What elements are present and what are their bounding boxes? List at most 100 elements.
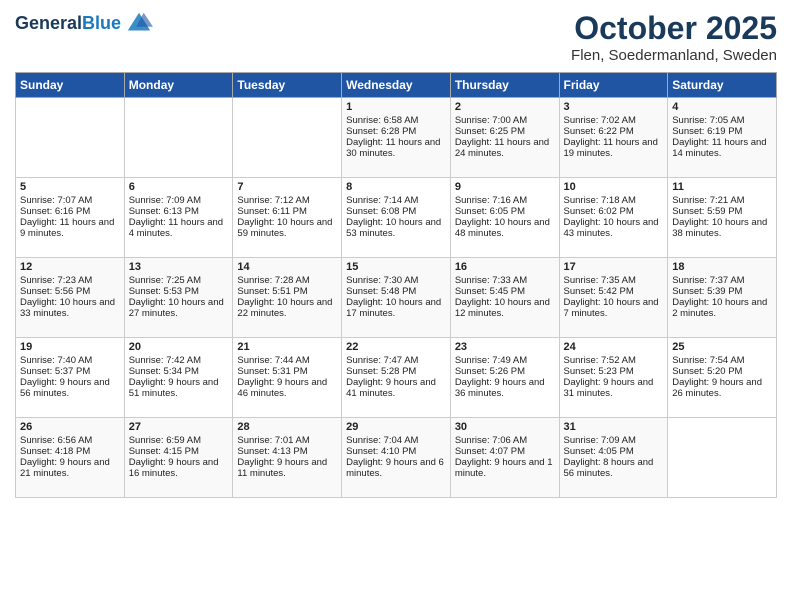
sunrise-text: Sunrise: 7:06 AM bbox=[455, 435, 555, 446]
sunset-text: Sunset: 6:22 PM bbox=[564, 126, 664, 137]
sunset-text: Sunset: 6:05 PM bbox=[455, 206, 555, 217]
calendar-subtitle: Flen, Soedermanland, Sweden bbox=[571, 47, 777, 64]
calendar-cell: 7Sunrise: 7:12 AMSunset: 6:11 PMDaylight… bbox=[233, 178, 342, 258]
day-number: 11 bbox=[672, 181, 772, 193]
calendar-cell: 16Sunrise: 7:33 AMSunset: 5:45 PMDayligh… bbox=[450, 258, 559, 338]
sunset-text: Sunset: 4:13 PM bbox=[237, 446, 337, 457]
day-number: 3 bbox=[564, 101, 664, 113]
sunset-text: Sunset: 6:19 PM bbox=[672, 126, 772, 137]
day-number: 16 bbox=[455, 261, 555, 273]
sunrise-text: Sunrise: 7:16 AM bbox=[455, 195, 555, 206]
sunset-text: Sunset: 5:59 PM bbox=[672, 206, 772, 217]
weekday-header-cell: Sunday bbox=[16, 73, 125, 98]
calendar-cell: 18Sunrise: 7:37 AMSunset: 5:39 PMDayligh… bbox=[668, 258, 777, 338]
calendar-cell: 31Sunrise: 7:09 AMSunset: 4:05 PMDayligh… bbox=[559, 418, 668, 498]
sunset-text: Sunset: 5:26 PM bbox=[455, 366, 555, 377]
calendar-table: SundayMondayTuesdayWednesdayThursdayFrid… bbox=[15, 72, 777, 498]
daylight-text: Daylight: 10 hours and 33 minutes. bbox=[20, 297, 120, 319]
calendar-body: 1Sunrise: 6:58 AMSunset: 6:28 PMDaylight… bbox=[16, 98, 777, 498]
sunset-text: Sunset: 5:39 PM bbox=[672, 286, 772, 297]
daylight-text: Daylight: 9 hours and 36 minutes. bbox=[455, 377, 555, 399]
sunrise-text: Sunrise: 7:18 AM bbox=[564, 195, 664, 206]
sunrise-text: Sunrise: 7:14 AM bbox=[346, 195, 446, 206]
daylight-text: Daylight: 10 hours and 48 minutes. bbox=[455, 217, 555, 239]
daylight-text: Daylight: 11 hours and 14 minutes. bbox=[672, 137, 772, 159]
daylight-text: Daylight: 10 hours and 7 minutes. bbox=[564, 297, 664, 319]
calendar-cell: 27Sunrise: 6:59 AMSunset: 4:15 PMDayligh… bbox=[124, 418, 233, 498]
day-number: 26 bbox=[20, 421, 120, 433]
sunrise-text: Sunrise: 7:42 AM bbox=[129, 355, 229, 366]
calendar-cell: 9Sunrise: 7:16 AMSunset: 6:05 PMDaylight… bbox=[450, 178, 559, 258]
sunrise-text: Sunrise: 7:23 AM bbox=[20, 275, 120, 286]
day-number: 24 bbox=[564, 341, 664, 353]
sunrise-text: Sunrise: 7:07 AM bbox=[20, 195, 120, 206]
sunrise-text: Sunrise: 7:47 AM bbox=[346, 355, 446, 366]
day-number: 7 bbox=[237, 181, 337, 193]
day-number: 19 bbox=[20, 341, 120, 353]
daylight-text: Daylight: 10 hours and 43 minutes. bbox=[564, 217, 664, 239]
daylight-text: Daylight: 9 hours and 11 minutes. bbox=[237, 457, 337, 479]
calendar-week-row: 12Sunrise: 7:23 AMSunset: 5:56 PMDayligh… bbox=[16, 258, 777, 338]
sunset-text: Sunset: 5:53 PM bbox=[129, 286, 229, 297]
sunset-text: Sunset: 5:56 PM bbox=[20, 286, 120, 297]
day-number: 6 bbox=[129, 181, 229, 193]
sunrise-text: Sunrise: 7:28 AM bbox=[237, 275, 337, 286]
sunset-text: Sunset: 6:16 PM bbox=[20, 206, 120, 217]
calendar-cell: 2Sunrise: 7:00 AMSunset: 6:25 PMDaylight… bbox=[450, 98, 559, 178]
sunset-text: Sunset: 6:13 PM bbox=[129, 206, 229, 217]
calendar-cell: 15Sunrise: 7:30 AMSunset: 5:48 PMDayligh… bbox=[342, 258, 451, 338]
sunrise-text: Sunrise: 7:04 AM bbox=[346, 435, 446, 446]
sunrise-text: Sunrise: 7:12 AM bbox=[237, 195, 337, 206]
daylight-text: Daylight: 9 hours and 26 minutes. bbox=[672, 377, 772, 399]
sunrise-text: Sunrise: 7:25 AM bbox=[129, 275, 229, 286]
calendar-cell: 28 Sunrise: 7:01 AMSunset: 4:13 PMDayligh… bbox=[233, 418, 342, 498]
weekday-header-cell: Monday bbox=[124, 73, 233, 98]
calendar-cell: 21Sunrise: 7:44 AMSunset: 5:31 PMDayligh… bbox=[233, 338, 342, 418]
day-number: 2 bbox=[455, 101, 555, 113]
daylight-text: Daylight: 9 hours and 31 minutes. bbox=[564, 377, 664, 399]
calendar-cell: 23Sunrise: 7:49 AMSunset: 5:26 PMDayligh… bbox=[450, 338, 559, 418]
sunrise-text: Sunrise: 7:44 AM bbox=[237, 355, 337, 366]
sunset-text: Sunset: 5:48 PM bbox=[346, 286, 446, 297]
header: GeneralBlue October 2025 Flen, Soederman… bbox=[15, 10, 777, 64]
day-number: 20 bbox=[129, 341, 229, 353]
day-number: 25 bbox=[672, 341, 772, 353]
calendar-cell: 14Sunrise: 7:28 AMSunset: 5:51 PMDayligh… bbox=[233, 258, 342, 338]
day-number: 10 bbox=[564, 181, 664, 193]
logo: GeneralBlue bbox=[15, 10, 153, 38]
daylight-text: Daylight: 10 hours and 17 minutes. bbox=[346, 297, 446, 319]
calendar-cell: 12 Sunrise: 7:23 AMSunset: 5:56 PMDayligh… bbox=[16, 258, 125, 338]
sunrise-text: Sunrise: 7:01 AM bbox=[237, 435, 337, 446]
daylight-text: Daylight: 10 hours and 27 minutes. bbox=[129, 297, 229, 319]
calendar-week-row: 19Sunrise: 7:40 AMSunset: 5:37 PMDayligh… bbox=[16, 338, 777, 418]
calendar-cell bbox=[16, 98, 125, 178]
day-number: 12 bbox=[20, 261, 120, 273]
daylight-text: Daylight: 10 hours and 53 minutes. bbox=[346, 217, 446, 239]
sunset-text: Sunset: 4:10 PM bbox=[346, 446, 446, 457]
sunrise-text: Sunrise: 7:54 AM bbox=[672, 355, 772, 366]
sunrise-text: Sunrise: 7:52 AM bbox=[564, 355, 664, 366]
daylight-text: Daylight: 10 hours and 38 minutes. bbox=[672, 217, 772, 239]
daylight-text: Daylight: 11 hours and 4 minutes. bbox=[129, 217, 229, 239]
sunset-text: Sunset: 5:51 PM bbox=[237, 286, 337, 297]
title-block: October 2025 Flen, Soedermanland, Sweden bbox=[571, 10, 777, 64]
daylight-text: Daylight: 9 hours and 21 minutes. bbox=[20, 457, 120, 479]
day-number: 13 bbox=[129, 261, 229, 273]
day-number: 5 bbox=[20, 181, 120, 193]
daylight-text: Daylight: 11 hours and 19 minutes. bbox=[564, 137, 664, 159]
sunset-text: Sunset: 5:45 PM bbox=[455, 286, 555, 297]
daylight-text: Daylight: 10 hours and 2 minutes. bbox=[672, 297, 772, 319]
day-number: 28 bbox=[237, 421, 337, 433]
calendar-cell: 5 Sunrise: 7:07 AMSunset: 6:16 PMDaylight… bbox=[16, 178, 125, 258]
weekday-header-cell: Thursday bbox=[450, 73, 559, 98]
calendar-cell bbox=[233, 98, 342, 178]
sunset-text: Sunset: 6:02 PM bbox=[564, 206, 664, 217]
calendar-cell: 6Sunrise: 7:09 AMSunset: 6:13 PMDaylight… bbox=[124, 178, 233, 258]
sunset-text: Sunset: 6:28 PM bbox=[346, 126, 446, 137]
sunset-text: Sunset: 5:20 PM bbox=[672, 366, 772, 377]
daylight-text: Daylight: 11 hours and 9 minutes. bbox=[20, 217, 120, 239]
calendar-week-row: 5Sunrise: 7:07 AMSunset: 6:16 PMDaylight… bbox=[16, 178, 777, 258]
sunset-text: Sunset: 5:28 PM bbox=[346, 366, 446, 377]
calendar-cell bbox=[124, 98, 233, 178]
sunrise-text: Sunrise: 7:49 AM bbox=[455, 355, 555, 366]
